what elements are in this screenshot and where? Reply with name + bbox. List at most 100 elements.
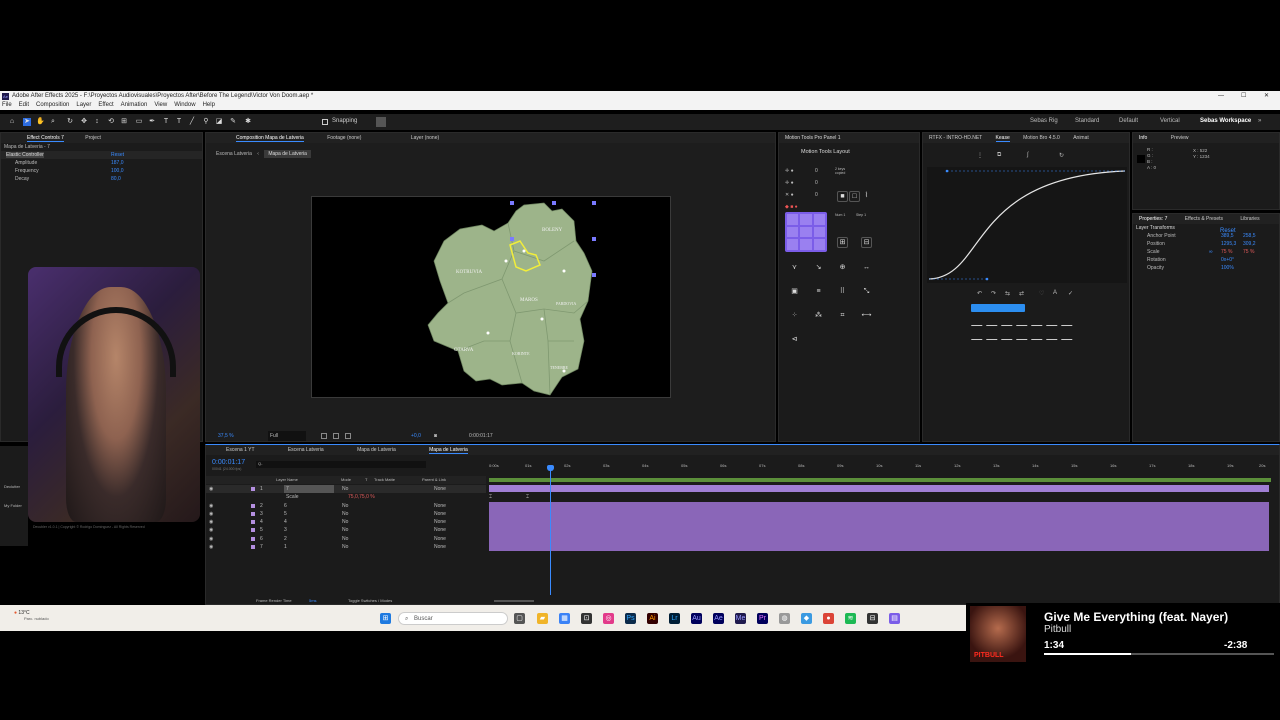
transform-value[interactable]: 258,5 (1243, 232, 1256, 240)
dolly-tool-icon[interactable]: ↕ (93, 118, 101, 126)
ease-undo-icon[interactable]: ↶ (977, 290, 982, 297)
ease-text-icon[interactable]: A (1053, 290, 1057, 296)
mt-tool-icon[interactable]: ⁘ (789, 311, 800, 322)
refresh-icon[interactable]: ↻ (1059, 152, 1064, 159)
lightroom-icon[interactable]: Lr (669, 613, 680, 624)
store-icon[interactable]: ⊡ (581, 613, 592, 624)
layer-mode[interactable]: No (342, 485, 348, 493)
clone-stamp-icon[interactable]: ⚲ (202, 118, 210, 126)
transform-value[interactable]: 100% (1221, 264, 1234, 272)
layer-parent[interactable]: None (434, 502, 446, 510)
anchor-row[interactable]: ✛ ● 0 (785, 177, 835, 189)
tab-info[interactable]: Info (1139, 135, 1147, 141)
timeline-search-input[interactable]: Q- (256, 461, 426, 468)
brush-tool-icon[interactable]: ╱ (188, 118, 196, 126)
type-tool-icon[interactable]: T (175, 118, 183, 126)
layer-name[interactable]: Scale (286, 493, 299, 501)
tab-project[interactable]: Project (85, 135, 101, 141)
ease-apply-bar[interactable] (971, 304, 1025, 312)
curve-icon[interactable]: ∫ (1027, 152, 1029, 158)
tab-motion-bro[interactable]: Motion Bro 4.5.0 (1023, 135, 1060, 141)
layer-parent[interactable]: None (434, 543, 446, 551)
tab-composition[interactable]: Composition Mapa de Latveria (236, 135, 304, 142)
layer-transforms-section[interactable]: Layer Transforms (1133, 224, 1279, 232)
grid-icon[interactable] (321, 433, 327, 439)
work-area-bar[interactable] (489, 478, 1271, 482)
transform-row[interactable]: Rotation 0x+0° (1133, 256, 1279, 264)
roto-brush-icon[interactable]: ✎ (229, 118, 237, 126)
ease-apply-icon[interactable]: ✓ (1068, 290, 1073, 297)
effect-name[interactable]: Elastic Controller (6, 152, 44, 158)
effect-prop-row[interactable]: Decay 80,0 (1, 175, 202, 183)
transform-value[interactable]: 309,2 (1243, 240, 1256, 248)
layer-parent[interactable]: None (434, 510, 446, 518)
orbit-tool-icon[interactable]: ↻ (66, 118, 74, 126)
motion-tools-tab[interactable]: Motion Tools Pro Panel 1 (779, 133, 919, 143)
effect-row[interactable]: Elastic Controller Reset (1, 151, 202, 159)
transform-row[interactable]: Opacity 100% (1133, 264, 1279, 272)
transform-value[interactable]: 0x+0° (1221, 256, 1234, 264)
mt-tool-icon[interactable]: ⤡ (861, 287, 872, 298)
transform-row[interactable]: Position 1295,3 309,2 (1133, 240, 1279, 248)
crumb-escena-latveria[interactable]: Escena Latveria (216, 151, 252, 157)
channel-icon[interactable] (345, 433, 351, 439)
illustrator-icon[interactable]: Ai (647, 613, 658, 624)
transform-row[interactable]: Scale ∞ 75 % 75 % (1133, 248, 1279, 256)
ease-more-icon[interactable]: ⋮ (977, 152, 983, 159)
crumb-mapa-latveria[interactable]: Mapa de Latveria (264, 150, 311, 158)
copy-icon[interactable]: ⧉ (997, 152, 1001, 159)
mt-tool-icon[interactable]: □ (849, 191, 860, 202)
layer-bar[interactable] (489, 502, 1269, 551)
tab-effects-presets[interactable]: Effects & Presets (1185, 216, 1223, 222)
mt-tool-icon[interactable]: ⊞ (837, 237, 848, 248)
align-grid[interactable] (785, 212, 827, 252)
keyframe[interactable]: ⌶ (526, 494, 529, 500)
time-ruler[interactable]: 0:00s 01s 02s 03s 04s 05s 06s 07s 08s 09… (489, 463, 1271, 477)
transform-value[interactable]: 1295,3 (1221, 240, 1236, 248)
app-icon-d[interactable]: ▤ (889, 613, 900, 624)
mt-tool-icon[interactable]: ▣ (789, 287, 800, 298)
visibility-eye-icon[interactable]: ◉ (209, 518, 213, 526)
workspace-vertical[interactable]: Vertical (1160, 118, 1180, 124)
pan-tool-icon[interactable]: ✥ (80, 118, 88, 126)
menu-layer[interactable]: Layer (76, 102, 91, 108)
mt-tool-icon[interactable]: ⋎ (789, 263, 800, 274)
puppet-tool-icon[interactable]: ✱ (244, 118, 252, 126)
eraser-tool-icon[interactable]: ◪ (215, 118, 223, 126)
layer-name[interactable]: 5 (284, 510, 287, 518)
browser-icon[interactable]: ◎ (603, 613, 614, 624)
layer-row[interactable]: ◉ 3 5 No None (206, 510, 486, 518)
mask-icon[interactable] (333, 433, 339, 439)
mt-tool-icon[interactable]: ■ (837, 191, 848, 202)
zoom-tool-icon[interactable]: ⌕ (49, 118, 57, 126)
visibility-eye-icon[interactable]: ◉ (209, 510, 213, 518)
media-encoder-icon[interactable]: Ae (713, 613, 724, 624)
visibility-eye-icon[interactable]: ◉ (209, 543, 213, 551)
tab-rtfx[interactable]: RTFX - INTRO-HD.NET (929, 135, 982, 141)
workspace-sebas-workspace[interactable]: Sebas Workspace (1200, 118, 1251, 124)
mt-tool-icon[interactable]: ⌗ (837, 311, 848, 322)
tab-libraries[interactable]: Libraries (1240, 216, 1259, 222)
app-icon-chrome[interactable]: ◍ (779, 613, 790, 624)
toggle-switches-button[interactable]: Toggle Switches / Modes (348, 597, 392, 605)
camera-icon[interactable]: ◙ (434, 431, 437, 441)
mt-tool-icon[interactable]: ⠿ (837, 287, 848, 298)
left-stub-item[interactable]: My Folder (4, 503, 22, 508)
link-icon[interactable]: ∞ (1209, 248, 1213, 256)
timeline-timecode[interactable]: 0:00:01:17 (212, 459, 245, 466)
snapping-options-icon[interactable] (376, 117, 386, 127)
tab-animat[interactable]: Animat (1073, 135, 1089, 141)
menu-effect[interactable]: Effect (98, 102, 113, 108)
premiere-icon[interactable]: Pr (757, 613, 768, 624)
menu-animation[interactable]: Animation (121, 102, 148, 108)
layer-mode[interactable]: No (342, 502, 348, 510)
transform-value[interactable]: 75 % (1243, 248, 1254, 256)
menu-window[interactable]: Window (174, 102, 195, 108)
tab-effect-controls[interactable]: Effect Controls 7 (27, 135, 64, 142)
audition-icon[interactable]: Au (691, 613, 702, 624)
tab-mapa-latveria-active[interactable]: Mapa de Latveria (429, 447, 468, 454)
layer-row[interactable]: ◉ 4 4 No None (206, 518, 486, 526)
snapping-checkbox[interactable] (322, 119, 328, 125)
playhead[interactable] (550, 465, 551, 595)
scale-value[interactable]: 75,0,75,0 % (348, 493, 375, 501)
